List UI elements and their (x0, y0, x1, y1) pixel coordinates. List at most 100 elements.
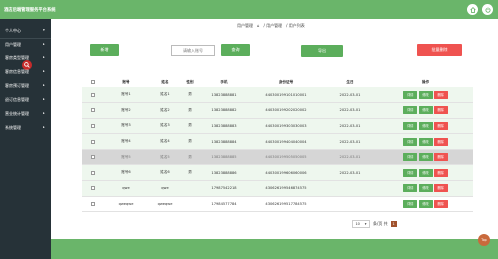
home-icon (469, 6, 476, 13)
home-button[interactable] (467, 4, 478, 15)
delete-button[interactable]: 删除 (433, 137, 448, 146)
detail-button[interactable]: 详情 (403, 137, 418, 146)
gender-cell (182, 180, 198, 197)
select-all-header[interactable] (82, 77, 104, 87)
column-header: 操作 (378, 77, 473, 87)
chevron-right-icon: ▸ (43, 111, 45, 115)
gender-cell: 男 (182, 149, 198, 166)
sidebar-item-room-booking[interactable]: 客房预订管理 ▸ (5, 83, 45, 89)
edit-button[interactable]: 修改 (418, 168, 433, 177)
sidebar-item-room-info[interactable]: 客房信息管理 ▸ (5, 69, 45, 75)
delete-button[interactable]: 删除 (433, 199, 448, 208)
edit-button[interactable]: 修改 (418, 184, 433, 193)
export-button[interactable]: 导出 (301, 45, 343, 57)
row-checkbox[interactable] (91, 170, 95, 175)
id-card-cell: 440300199606060006 (250, 164, 322, 182)
home-icon[interactable]: ⌂ (257, 23, 260, 29)
account-cell: 账号3 (104, 118, 148, 135)
sidebar-item-cancellation[interactable]: 退订信息管理 ▸ (5, 97, 45, 103)
top-header-bar: 酒店后端管理服务平台系统 (0, 0, 498, 19)
row-checkbox[interactable] (91, 123, 95, 128)
chevron-right-icon: ▸ (43, 69, 45, 73)
row-select-cell[interactable] (82, 87, 104, 104)
gender-cell: 男 (182, 118, 198, 135)
row-checkbox[interactable] (91, 108, 95, 113)
sidebar-item-profile[interactable]: 个人中心 ▾ (5, 28, 45, 34)
row-checkbox[interactable] (91, 186, 95, 191)
detail-button[interactable]: 详情 (403, 184, 418, 193)
account-cell: 账号1 (104, 87, 148, 104)
breadcrumb-item[interactable]: / 用户管理 (264, 23, 283, 29)
pagination-label: 条/页 共 (373, 221, 388, 226)
sidebar-item-room-types[interactable]: 客房类型管理 ▸ (5, 55, 45, 61)
table-header-row: 账号 姓名 性别 手机 身份证号 生日 操作 (82, 77, 473, 87)
account-cell: qweqwe (104, 196, 148, 213)
sidebar-item-users[interactable]: 用户管理 ▸ (5, 42, 45, 48)
edit-button[interactable]: 修改 (418, 90, 433, 99)
name-cell: 姓名1 (148, 87, 182, 104)
row-actions-cell: 详情 修改 删除 (378, 133, 473, 150)
edit-button[interactable]: 修改 (418, 137, 433, 146)
delete-button[interactable]: 删除 (433, 121, 448, 130)
phone-cell: 13823888881 (198, 87, 250, 104)
gender-cell: 男 (182, 164, 198, 182)
logout-button[interactable] (482, 4, 493, 15)
phone-cell: 17987542218 (198, 180, 250, 197)
detail-button[interactable]: 详情 (403, 168, 418, 177)
detail-button[interactable]: 详情 (403, 90, 418, 99)
table-row: 账号1 姓名1 男 13823888881 440300199101010001 2022… (82, 87, 473, 104)
delete-button[interactable]: 删除 (433, 168, 448, 177)
batch-delete-button[interactable]: 批量删除 (417, 44, 462, 56)
row-select-cell[interactable] (82, 118, 104, 135)
detail-button[interactable]: 详情 (403, 106, 418, 115)
gender-cell: 男 (182, 87, 198, 104)
edit-button[interactable]: 修改 (418, 199, 433, 208)
gender-cell: 男 (182, 102, 198, 119)
row-select-cell[interactable] (82, 149, 104, 166)
search-icon (24, 62, 30, 68)
delete-button[interactable]: 删除 (433, 90, 448, 99)
id-card-cell: 440300199404040004 (250, 133, 322, 150)
row-select-cell[interactable] (82, 164, 104, 182)
breadcrumb-section: 用户管理 (237, 23, 253, 28)
gender-cell: 男 (182, 133, 198, 150)
sidebar-item-label: 用户管理 (5, 42, 21, 47)
delete-button[interactable]: 删除 (433, 153, 448, 162)
row-select-cell[interactable] (82, 133, 104, 150)
row-checkbox[interactable] (91, 139, 95, 144)
birthday-cell (322, 196, 378, 213)
row-checkbox[interactable] (91, 92, 95, 97)
row-select-cell[interactable] (82, 102, 104, 119)
column-header: 账号 (104, 77, 148, 87)
row-select-cell[interactable] (82, 180, 104, 197)
row-actions-cell: 详情 修改 删除 (378, 102, 473, 119)
detail-button[interactable]: 详情 (403, 199, 418, 208)
edit-button[interactable]: 修改 (418, 106, 433, 115)
search-button[interactable]: 查询 (221, 44, 250, 56)
name-cell: 姓名2 (148, 102, 182, 119)
table-row: 账号4 姓名4 男 13823888884 440300199404040004 2022… (82, 133, 473, 150)
account-cell: 账号2 (104, 102, 148, 119)
row-checkbox[interactable] (91, 201, 95, 206)
row-actions-cell: 详情 修改 删除 (378, 180, 473, 197)
sidebar-item-business-stats[interactable]: 营业统计管理 ▸ (5, 111, 45, 117)
edit-button[interactable]: 修改 (418, 153, 433, 162)
row-checkbox[interactable] (91, 155, 95, 160)
page-size-select[interactable]: 10 ▾ (352, 220, 370, 228)
user-table: 账号 姓名 性别 手机 身份证号 生日 操作 账号1 姓名1 男 1382388888… (82, 77, 473, 213)
sidebar-item-system[interactable]: 系统管理 ▸ (5, 125, 45, 131)
detail-button[interactable]: 详情 (403, 153, 418, 162)
row-select-cell[interactable] (82, 196, 104, 213)
back-to-top-button[interactable]: Top (478, 234, 490, 246)
delete-button[interactable]: 删除 (433, 184, 448, 193)
chevron-right-icon: ▸ (43, 83, 45, 87)
detail-button[interactable]: 详情 (403, 121, 418, 130)
select-all-checkbox[interactable] (91, 80, 95, 84)
table-row: 账号6 姓名6 男 13823888886 440300199606060006 2022… (82, 164, 473, 182)
page-number-current[interactable]: 1 (390, 221, 397, 227)
delete-button[interactable]: 删除 (433, 106, 448, 115)
edit-button[interactable]: 修改 (418, 121, 433, 130)
add-button[interactable]: 新增 (90, 44, 119, 56)
logout-icon (485, 6, 490, 13)
search-input[interactable] (171, 45, 215, 56)
